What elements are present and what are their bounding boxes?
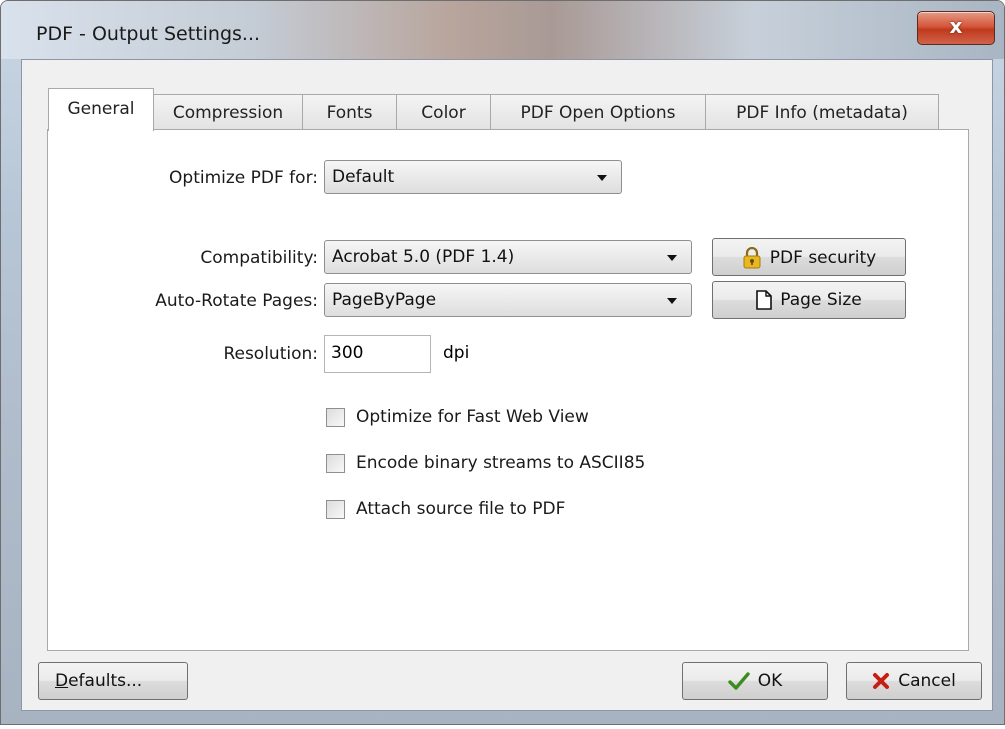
window-title: PDF - Output Settings... — [36, 23, 261, 45]
cancel-button[interactable]: Cancel — [846, 662, 982, 700]
ascii85-checkbox[interactable] — [326, 454, 345, 473]
ok-button[interactable]: OK — [682, 662, 828, 700]
pdf-security-button[interactable]: PDF security — [712, 238, 906, 276]
ascii85-option[interactable]: Encode binary streams to ASCII85 — [326, 452, 746, 478]
tab-pdf-info[interactable]: PDF Info (metadata) — [705, 94, 939, 130]
defaults-mnemonic: D — [55, 671, 69, 691]
dialog-window: PDF - Output Settings... x General Compr… — [0, 0, 1005, 725]
optimize-value: Default — [332, 167, 395, 187]
cancel-label: Cancel — [898, 671, 956, 691]
tab-general[interactable]: General — [48, 88, 154, 131]
defaults-button[interactable]: Defaults... — [38, 662, 188, 700]
attach-source-option[interactable]: Attach source file to PDF — [326, 498, 726, 524]
resolution-input[interactable]: 300 — [324, 335, 431, 373]
close-button[interactable]: x — [917, 11, 995, 45]
auto-rotate-select[interactable]: PageByPage — [324, 283, 692, 317]
chevron-down-icon — [667, 255, 677, 261]
title-bar[interactable]: PDF - Output Settings... x — [1, 1, 1004, 59]
attach-source-label: Attach source file to PDF — [356, 499, 566, 519]
close-icon: x — [949, 14, 963, 38]
optimize-select[interactable]: Default — [324, 160, 622, 194]
attach-source-checkbox[interactable] — [326, 500, 345, 519]
tab-fonts[interactable]: Fonts — [302, 94, 397, 130]
checkmark-icon — [728, 672, 750, 690]
auto-rotate-label: Auto-Rotate Pages: — [155, 291, 318, 311]
ok-label: OK — [757, 671, 783, 691]
resolution-label: Resolution: — [223, 344, 318, 364]
auto-rotate-value: PageByPage — [332, 290, 437, 310]
compatibility-value: Acrobat 5.0 (PDF 1.4) — [332, 247, 515, 267]
ascii85-label: Encode binary streams to ASCII85 — [356, 453, 646, 473]
tab-compression[interactable]: Compression — [153, 94, 303, 130]
fast-web-view-option[interactable]: Optimize for Fast Web View — [326, 406, 726, 432]
fast-web-view-label: Optimize for Fast Web View — [356, 407, 589, 427]
pdf-security-label: PDF security — [769, 248, 877, 268]
general-panel: Optimize PDF for: Default Compatibility:… — [47, 129, 969, 651]
page-size-button[interactable]: Page Size — [712, 281, 906, 319]
resolution-unit: dpi — [443, 343, 470, 363]
chevron-down-icon — [597, 175, 607, 181]
page-icon — [756, 290, 773, 310]
tab-color[interactable]: Color — [396, 94, 491, 130]
compatibility-label: Compatibility: — [200, 248, 318, 268]
fast-web-view-checkbox[interactable] — [326, 408, 345, 427]
page-size-label: Page Size — [780, 290, 862, 310]
tab-pdf-open-options[interactable]: PDF Open Options — [490, 94, 706, 130]
defaults-label: efaults... — [68, 671, 143, 691]
lock-icon — [742, 247, 762, 269]
chevron-down-icon — [667, 298, 677, 304]
dialog-client: General Compression Fonts Color PDF Open… — [21, 59, 993, 711]
cross-icon — [872, 672, 890, 690]
compatibility-select[interactable]: Acrobat 5.0 (PDF 1.4) — [324, 240, 692, 274]
optimize-label: Optimize PDF for: — [169, 168, 318, 188]
